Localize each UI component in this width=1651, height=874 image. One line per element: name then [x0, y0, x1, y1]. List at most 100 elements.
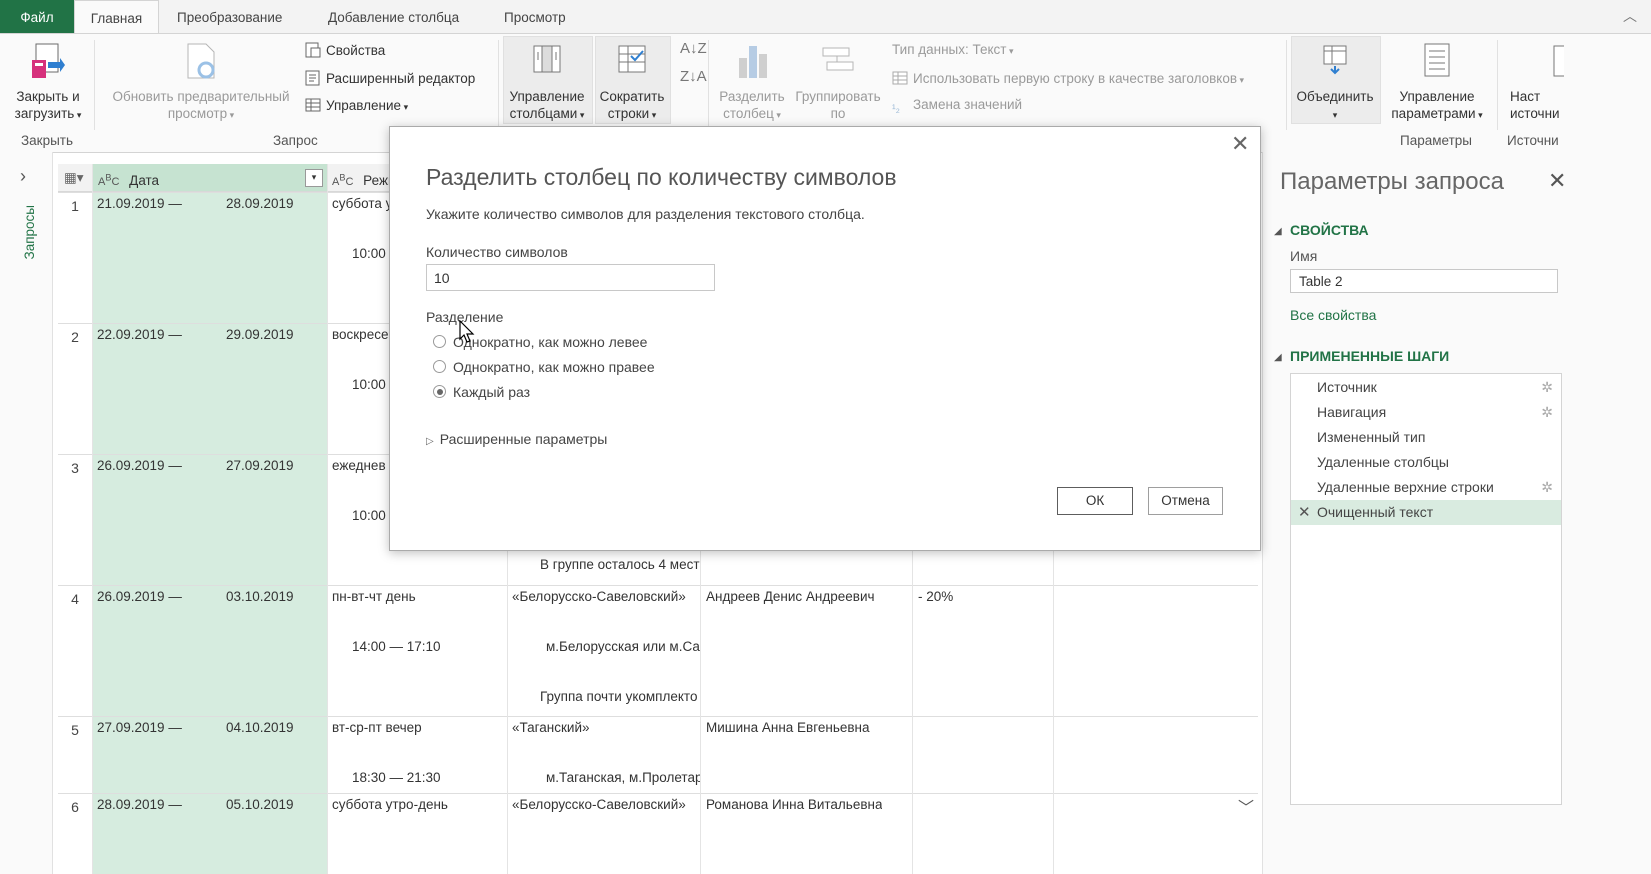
applied-step[interactable]: Источник ✲ [1291, 375, 1561, 400]
manage-parameters-button[interactable]: Управление параметрами ▾ [1384, 42, 1490, 124]
cell-place[interactable]: «Белорусско-Савеловский» [512, 797, 686, 812]
cell-mode[interactable]: ежеднев [332, 458, 386, 473]
cell-date-from[interactable]: 27.09.2019 — [97, 720, 182, 735]
cell-metro[interactable]: м.Белорусская или м.Са [546, 639, 700, 654]
properties-button[interactable]: Свойства [305, 42, 385, 58]
applied-step[interactable]: Удаленные верхние строки ✲ [1291, 475, 1561, 500]
refresh-preview-button[interactable]: Обновить предварительный просмотр ▾ [104, 42, 298, 124]
combine-button[interactable]: Объединить ▾ [1291, 42, 1379, 124]
cell-teacher[interactable]: Романова Инна Витальевна [706, 797, 882, 812]
collapse-ribbon-icon[interactable]: ︿ [1623, 6, 1637, 26]
advanced-options-toggle[interactable]: ▷ Расширенные параметры [426, 431, 607, 447]
column-header-date[interactable]: ABC Дата ▾ [93, 164, 327, 192]
cell-mode[interactable]: суббота у [332, 196, 392, 211]
step-settings-gear-icon[interactable]: ✲ [1541, 400, 1553, 425]
cell-date-to[interactable]: 27.09.2019 [226, 458, 294, 473]
cell-teacher[interactable]: Андреев Денис Андреевич [706, 589, 875, 604]
data-type-dropdown[interactable]: Тип данных: Текст ▾ [892, 42, 1014, 57]
radio-button[interactable] [433, 335, 446, 348]
group-query-label: Запрос [273, 133, 318, 148]
cell-time[interactable]: 18:30 — 21:30 [352, 770, 441, 785]
close-load-button[interactable]: Закрыть и загрузить ▾ [6, 42, 90, 124]
applied-step-label: Источник [1317, 379, 1377, 395]
char-count-input[interactable] [426, 264, 715, 291]
tab-add-column[interactable]: Добавление столбца [328, 0, 459, 33]
collapse-steps-icon[interactable]: ◢ [1274, 352, 1282, 363]
filter-dropdown-icon[interactable]: ▾ [305, 169, 323, 187]
queries-pane-label[interactable]: Запросы [22, 205, 37, 259]
cancel-button[interactable]: Отмена [1148, 487, 1223, 515]
all-properties-link[interactable]: Все свойства [1290, 307, 1376, 323]
row-number[interactable]: 3 [58, 460, 92, 476]
row-number[interactable]: 2 [58, 329, 92, 345]
cell-time[interactable]: 10:00 [352, 246, 386, 261]
cell-mode[interactable]: пн-вт-чт день [332, 589, 416, 604]
cell-time[interactable]: 14:00 — 17:10 [352, 639, 441, 654]
query-name-input[interactable] [1290, 269, 1558, 293]
cell-time[interactable]: 10:00 [352, 377, 386, 392]
sort-descending-icon[interactable]: Z↓A [680, 68, 707, 85]
cell-date-to[interactable]: 29.09.2019 [226, 327, 294, 342]
tab-file[interactable]: Файл [0, 0, 74, 33]
ok-button[interactable]: ОК [1057, 487, 1133, 515]
radio-repeatedly[interactable]: Каждый раз [433, 384, 530, 400]
tab-view[interactable]: Просмотр [504, 0, 566, 33]
cell-metro[interactable]: м.Таганская, м.Пролетар [546, 770, 701, 785]
cell-mode[interactable]: суббота утро-день [332, 797, 448, 812]
manage-columns-label: Управление столбцами [509, 89, 585, 121]
refresh-icon [187, 43, 215, 79]
data-source-button[interactable]: Наст источни [1504, 42, 1564, 122]
dialog-close-icon[interactable]: ✕ [1231, 131, 1249, 157]
delete-step-icon[interactable]: ✕ [1298, 500, 1311, 525]
cell-mode[interactable]: вт-ср-пт вечер [332, 720, 422, 735]
replace-values-icon: ¹₂ [892, 103, 900, 115]
step-settings-gear-icon[interactable]: ✲ [1541, 475, 1553, 500]
cell-date-from[interactable]: 26.09.2019 — [97, 589, 182, 604]
manage-columns-button[interactable]: Управление столбцами ▾ [503, 42, 591, 124]
cell-discount[interactable]: - 20% [918, 589, 953, 604]
cell-date-from[interactable]: 21.09.2019 — [97, 196, 182, 211]
cell-date-from[interactable]: 22.09.2019 — [97, 327, 182, 342]
radio-button-checked[interactable] [433, 385, 446, 398]
cell-time[interactable]: 10:00 [352, 508, 386, 523]
cell-place[interactable]: «Белорусско-Савеловский» [512, 589, 686, 604]
advanced-editor-button[interactable]: Расширенный редактор [305, 70, 475, 86]
close-icon[interactable]: ✕ [1548, 168, 1566, 194]
tab-home[interactable]: Главная [74, 0, 159, 34]
applied-step[interactable]: ✕ Очищенный текст [1291, 500, 1561, 525]
grid-corner-menu[interactable]: ▦▾ [58, 164, 93, 192]
row-number[interactable]: 1 [58, 198, 92, 214]
cell-date-from[interactable]: 28.09.2019 — [97, 797, 182, 812]
cell-teacher[interactable]: Мишина Анна Евгеньевна [706, 720, 870, 735]
cell-date-to[interactable]: 28.09.2019 [226, 196, 294, 211]
row-number[interactable]: 5 [58, 722, 92, 738]
tab-transform[interactable]: Преобразование [177, 0, 282, 33]
manage-button[interactable]: Управление ▾ [305, 97, 408, 113]
radio-rightmost[interactable]: Однократно, как можно правее [433, 359, 655, 375]
cell-note[interactable]: Группа почти укомплекто [540, 689, 697, 704]
cell-note[interactable]: В группе осталось 4 места [540, 557, 701, 572]
cell-date-to[interactable]: 03.10.2019 [226, 589, 294, 604]
split-column-button[interactable]: Разделить столбец ▾ [716, 42, 788, 124]
applied-step[interactable]: Навигация ✲ [1291, 400, 1561, 425]
cell-mode[interactable]: воскресе [332, 327, 388, 342]
sort-ascending-icon[interactable]: A↓Z [680, 40, 707, 57]
scroll-down-icon[interactable]: ﹀ [1238, 794, 1254, 818]
step-settings-gear-icon[interactable]: ✲ [1541, 375, 1553, 400]
use-first-row-button[interactable]: Использовать первую строку в качестве за… [892, 70, 1244, 86]
collapse-properties-icon[interactable]: ◢ [1274, 226, 1282, 237]
cell-place[interactable]: «Таганский» [512, 720, 590, 735]
cell-date-to[interactable]: 05.10.2019 [226, 797, 294, 812]
group-by-button[interactable]: Группировать по [790, 42, 886, 122]
cell-date-to[interactable]: 04.10.2019 [226, 720, 294, 735]
row-number[interactable]: 4 [58, 591, 92, 607]
applied-step[interactable]: Измененный тип [1291, 425, 1561, 450]
applied-step[interactable]: Удаленные столбцы [1291, 450, 1561, 475]
reduce-rows-button[interactable]: Сократить строки ▾ [595, 42, 669, 124]
radio-button[interactable] [433, 360, 446, 373]
replace-values-button[interactable]: ¹₂ Замена значений [892, 97, 1022, 119]
row-number[interactable]: 6 [58, 799, 92, 815]
cell-date-from[interactable]: 26.09.2019 — [97, 458, 182, 473]
expand-queries-icon[interactable]: › [20, 166, 26, 187]
char-count-label: Количество символов [426, 244, 568, 260]
